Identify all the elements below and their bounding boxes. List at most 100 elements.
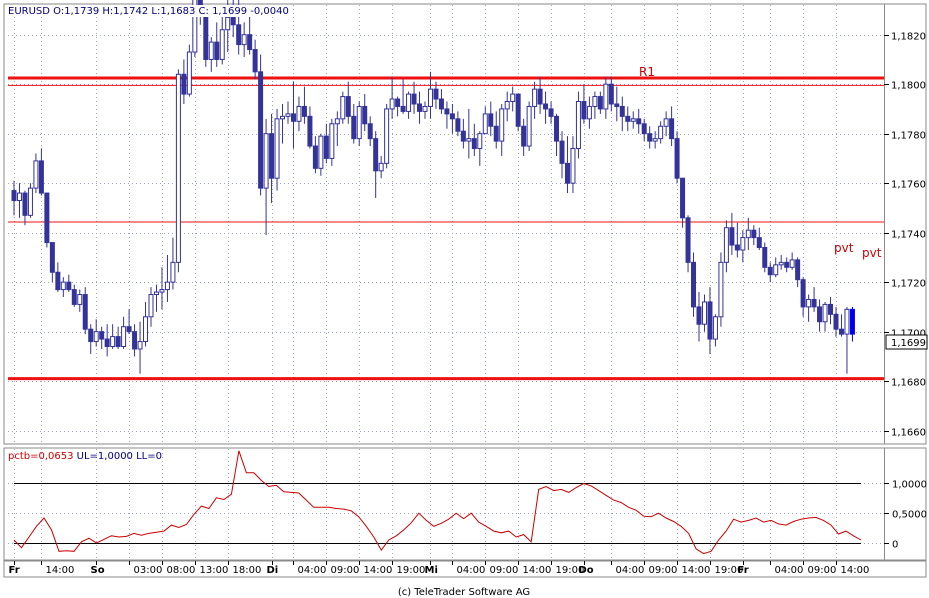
candle-body-up	[422, 105, 428, 112]
candle-body-up	[466, 138, 472, 142]
time-tick-label: So	[91, 565, 105, 576]
candle-body-down	[252, 49, 258, 73]
time-tick-label: Mi	[425, 565, 438, 576]
candle-body-up	[334, 118, 340, 125]
candle-body-up	[219, 29, 225, 60]
time-tick-label: Fr	[738, 565, 749, 576]
candle-body-down	[22, 192, 28, 216]
candle-body-down	[515, 93, 521, 127]
indicator-tick-label: 0	[892, 540, 898, 551]
candle-body-up	[153, 291, 159, 296]
candle-body-down	[559, 140, 565, 164]
candle-body-down	[400, 105, 406, 112]
indicator-header: pctb=0,0653 UL=1,0000 LL=0	[8, 451, 162, 462]
candle-body-down	[696, 306, 702, 325]
candle-body-down	[214, 41, 220, 60]
candle-body-up	[663, 118, 669, 127]
candle-body-up	[504, 101, 510, 110]
candle-body-down	[548, 108, 554, 117]
candle-body-down	[647, 133, 653, 142]
candle-body-up	[170, 261, 176, 283]
candle-body-up	[164, 281, 170, 291]
candle-body-up	[318, 135, 324, 169]
chart-canvas: 1,18201,18001,17801,17601,17401,17201,17…	[0, 0, 929, 598]
candle-body-up	[208, 41, 214, 60]
candle-body-down	[691, 261, 697, 308]
time-tick-label: 14:00	[46, 565, 75, 576]
candle-body-up	[427, 88, 433, 107]
candle-body-down	[181, 73, 187, 95]
candle-body-up	[137, 341, 143, 350]
candle-body-down	[619, 105, 625, 117]
candle-body-down	[323, 135, 329, 159]
candle-body-down	[828, 303, 834, 315]
candle-body-down	[751, 229, 757, 239]
candle-body-up	[16, 192, 22, 201]
copyright-text: (c) TeleTrader Software AG	[398, 587, 530, 598]
candle-body-down	[564, 162, 570, 184]
candle-body-up	[159, 289, 165, 293]
candle-body-up	[718, 261, 724, 318]
candle-body-down	[104, 338, 110, 347]
candle-body-down	[625, 115, 631, 122]
candle-body-up	[575, 101, 581, 150]
candle-body-up	[499, 108, 505, 142]
candle-body-up	[121, 326, 127, 347]
candle-body-up	[356, 105, 362, 140]
candle-body-down	[543, 103, 549, 110]
candle-body-up	[175, 73, 181, 263]
time-tick-label: Di	[267, 565, 279, 576]
candle-body-up	[274, 118, 280, 179]
candle-body-down	[11, 190, 17, 201]
candle-body-down	[55, 271, 61, 291]
candle-body-up	[406, 93, 412, 112]
candle-body-down	[258, 71, 264, 189]
time-tick-label: 04:00	[298, 565, 327, 576]
candle-body-up	[586, 105, 592, 120]
candle-body-down	[800, 279, 806, 308]
candle-body-down	[581, 101, 587, 120]
candle-body-down	[537, 88, 543, 105]
time-tick-label: 13:00	[200, 565, 229, 576]
candle-body-down	[345, 96, 351, 117]
candle-body-down	[521, 125, 527, 147]
candle-body-up	[225, 16, 231, 31]
price-tick-label: 1,1740	[891, 230, 926, 241]
candle-body-up	[389, 98, 395, 110]
indicator-tick-label: 0,5000	[892, 510, 927, 521]
candle-body-down	[301, 105, 307, 117]
price-tick-label: 1,1780	[891, 131, 926, 142]
candle-body-down	[636, 118, 642, 125]
candle-body-up	[285, 113, 291, 117]
candle-body-down	[82, 294, 88, 330]
price-tick-label: 1,1760	[891, 180, 926, 191]
candle-body-down	[395, 98, 401, 107]
time-tick-label: 19:00	[397, 565, 426, 576]
time-tick-label: 14:00	[364, 565, 393, 576]
candle-body-down	[49, 242, 55, 273]
candle-body-down	[685, 217, 691, 263]
candle-body-down	[351, 115, 357, 140]
candle-body-down	[247, 34, 253, 51]
candle-body-down	[433, 88, 439, 100]
time-tick-label: 09:00	[649, 565, 678, 576]
annotation-pvt-2: pvt	[862, 246, 882, 260]
candle-body-down	[417, 103, 423, 112]
candle-body-down	[833, 313, 839, 330]
candle-body-up	[93, 331, 99, 343]
candle-body-up	[844, 308, 850, 335]
candle-body-up	[148, 294, 154, 318]
indicator-tick-label: 1,0000	[892, 480, 927, 491]
time-tick-label: 14:00	[682, 565, 711, 576]
time-tick-label: 03:00	[134, 565, 163, 576]
candle-body-down	[438, 98, 444, 110]
candle-body-up	[241, 34, 247, 46]
time-tick-label: 04:00	[616, 565, 645, 576]
candle-body-down	[817, 306, 823, 323]
candle-body-up	[263, 133, 269, 189]
candle-body-up	[329, 123, 335, 159]
candle-body-up	[745, 229, 751, 239]
candle-body-up	[773, 264, 779, 276]
time-tick-label: Do	[579, 565, 594, 576]
candle-body-down	[493, 125, 499, 142]
